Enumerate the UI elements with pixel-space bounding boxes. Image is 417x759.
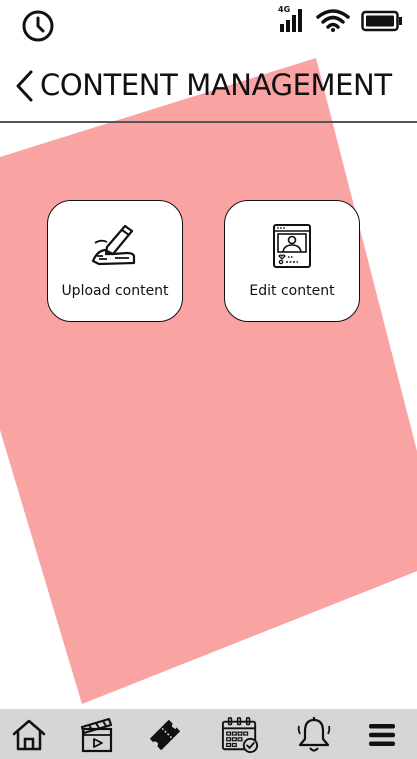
upload-content-label: Upload content (61, 283, 169, 299)
upload-content-button[interactable]: Upload content (47, 200, 183, 322)
signal-icon (280, 9, 302, 32)
clock-icon (22, 10, 54, 42)
chevron-left-icon[interactable] (14, 69, 36, 103)
bell-icon (297, 717, 331, 752)
status-bar: 4G (0, 0, 417, 50)
menu-icon (369, 724, 395, 746)
nav-videos[interactable] (78, 716, 116, 754)
hand-writing-icon (91, 224, 136, 266)
edit-content-label: Edit content (249, 283, 335, 299)
page-title: CONTENT MANAGEMENT (40, 68, 392, 102)
ticket-icon (149, 719, 181, 751)
bottom-navigation (0, 709, 417, 759)
header: CONTENT MANAGEMENT (0, 55, 417, 121)
header-divider (0, 121, 417, 123)
video-clapper-icon (80, 717, 113, 753)
home-icon (12, 719, 46, 751)
edit-content-button[interactable]: Edit content (224, 200, 360, 322)
nav-notifications[interactable] (295, 716, 333, 754)
calendar-check-icon (221, 717, 259, 754)
battery-icon (361, 10, 402, 32)
nav-calendar[interactable] (221, 716, 259, 754)
nav-menu[interactable] (363, 716, 401, 754)
nav-tickets[interactable] (146, 716, 184, 754)
wifi-icon (316, 9, 350, 32)
nav-home[interactable] (10, 716, 48, 754)
profile-post-icon (273, 224, 311, 268)
